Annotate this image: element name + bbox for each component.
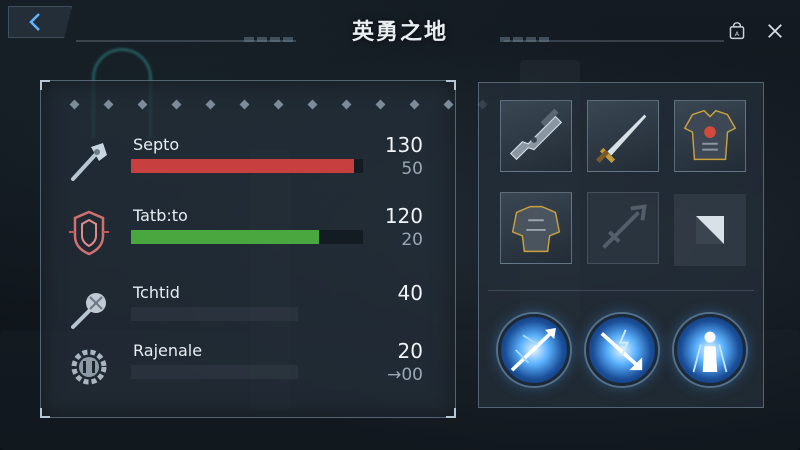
decorative-dots [69,99,488,110]
equipment-slot-locked[interactable] [587,192,659,264]
stat-row-1[interactable]: Septo 130 50 [41,133,457,197]
stat-name: Rajenale [133,341,203,360]
close-button[interactable] [764,20,786,42]
mace-icon [65,285,113,333]
bag-button[interactable]: A [726,20,748,42]
stat-bar-fill [131,230,319,244]
stat-row-4[interactable]: Rajenale 20 →00 [41,339,457,403]
dagger-icon [596,114,647,163]
stat-bar [131,230,363,244]
chevron-left-icon [29,13,40,31]
stat-sub-value: →00 [387,365,423,385]
equipment-slot-pauldron[interactable] [500,192,572,264]
back-button[interactable] [8,6,72,38]
armor-icon [683,109,737,161]
stat-bar-fill [131,307,299,321]
stat-bar [131,159,363,173]
stat-row-2[interactable]: Tatb:to 120 20 [41,204,457,268]
skill-button-3[interactable] [674,314,746,386]
lightning-arrow-skill-icon [600,329,643,371]
equipment-slot-empty[interactable] [674,194,746,266]
stat-row-3[interactable]: Tchtid 40 [41,281,457,345]
stat-sub-value: 50 [401,159,423,179]
svg-text:A: A [735,30,740,38]
stat-value: 40 [397,281,423,305]
equipment-divider [488,290,754,291]
stats-panel: Septo 130 50 Tatb:to 120 20 Tchtid 40 Ra… [40,80,488,418]
equipment-slot-dagger[interactable] [587,100,659,172]
bag-icon: A [729,22,745,40]
shield-emblem-icon [65,208,113,256]
close-icon [768,24,782,38]
pauldron-armor-icon [511,205,561,253]
stat-name: Septo [133,135,180,154]
stat-bar-fill [131,159,354,173]
skill-button-1[interactable] [498,314,570,386]
stat-bar-fill [131,365,299,379]
empty-slot-icon [696,216,724,244]
page-title: 英勇之地 [351,20,448,45]
stat-value: 120 [384,204,423,228]
stat-value: 130 [384,133,423,157]
rifle-icon [509,108,563,161]
top-bar: 英勇之地 A [0,0,800,62]
summon-figure-skill-icon [692,331,728,373]
skill-button-2[interactable] [586,314,658,386]
top-dashes-left [244,37,293,42]
equipment-slot-armor[interactable] [674,100,746,172]
stat-value: 20 [397,339,423,363]
spear-strike-skill-icon [510,328,556,372]
top-dashes-right [500,37,549,42]
spear-silhouette-icon [602,204,647,249]
gear-icon [65,343,113,391]
stat-name: Tatb:to [133,206,188,225]
battle-axe-icon [65,137,113,185]
stat-bar [131,365,363,379]
stat-name: Tchtid [133,283,180,302]
stat-bar [131,307,363,321]
equipment-slot-rifle[interactable] [500,100,572,172]
stat-sub-value: 20 [401,230,423,250]
